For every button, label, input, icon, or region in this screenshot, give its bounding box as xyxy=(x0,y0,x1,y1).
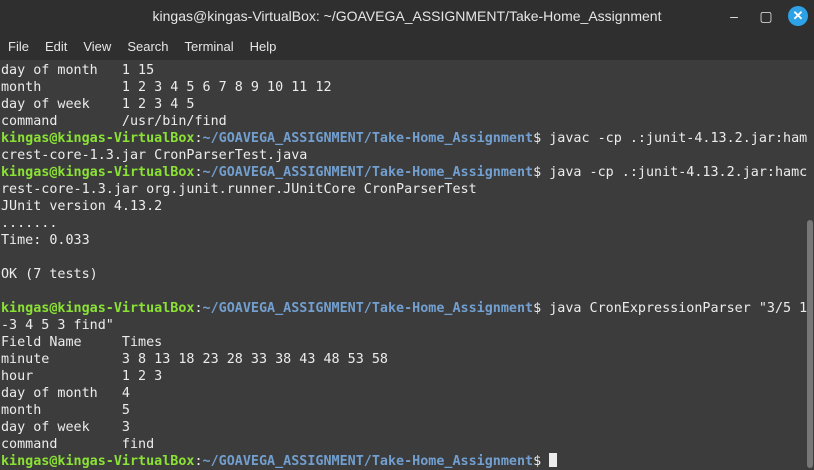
terminal-lines: day of month 1 15 month 1 2 3 4 5 6 7 8 9… xyxy=(1,62,808,470)
menu-view[interactable]: View xyxy=(75,39,119,54)
terminal-output[interactable]: day of month 1 15 month 1 2 3 4 5 6 7 8 9… xyxy=(0,60,814,470)
prompt-line: kingas@kingas-VirtualBox:~/GOAVEGA_ASSIG… xyxy=(1,453,804,470)
minimize-icon[interactable]: – xyxy=(724,6,744,26)
output-line: rest-core-1.3.jar org.junit.runner.JUnit… xyxy=(1,182,477,197)
text-cursor xyxy=(549,453,558,467)
menu-bar: File Edit View Search Terminal Help xyxy=(0,33,814,60)
menu-help[interactable]: Help xyxy=(242,39,285,54)
output-line: Time: 0.033 xyxy=(1,233,90,248)
prompt-line: kingas@kingas-VirtualBox:~/GOAVEGA_ASSIG… xyxy=(1,130,808,147)
output-line: minute 3 8 13 18 23 28 33 38 43 48 53 58 xyxy=(1,352,388,367)
menu-edit[interactable]: Edit xyxy=(37,39,75,54)
menu-search[interactable]: Search xyxy=(119,39,176,54)
prompt-dollar: $ xyxy=(533,301,542,316)
command-text xyxy=(541,454,549,469)
output-line: -3 4 5 3 find" xyxy=(1,318,114,333)
menu-terminal[interactable]: Terminal xyxy=(177,39,242,54)
output-line: crest-core-1.3.jar CronParserTest.java xyxy=(1,148,308,163)
output-line: JUnit version 4.13.2 xyxy=(1,199,163,214)
output-line: day of month 1 15 xyxy=(1,63,155,78)
prompt-dollar: $ xyxy=(533,131,542,146)
scrollbar[interactable] xyxy=(807,220,813,468)
output-line: Field Name Times xyxy=(1,335,163,350)
output-line: month 1 2 3 4 5 6 7 8 9 10 11 12 xyxy=(1,80,332,95)
maximize-icon[interactable]: ▢ xyxy=(756,6,776,26)
output-line: ....... xyxy=(1,216,58,231)
prompt-line: kingas@kingas-VirtualBox:~/GOAVEGA_ASSIG… xyxy=(1,164,808,181)
prompt-user: kingas@kingas-VirtualBox xyxy=(1,165,195,180)
prompt-dollar: $ xyxy=(533,454,542,469)
close-icon[interactable]: ✕ xyxy=(788,6,808,26)
output-line: command find xyxy=(1,437,155,452)
terminal-window: kingas@kingas-VirtualBox: ~/GOAVEGA_ASSI… xyxy=(0,0,814,470)
prompt-path: ~/GOAVEGA_ASSIGNMENT/Take-Home_Assignmen… xyxy=(202,454,534,469)
prompt-dollar: $ xyxy=(533,165,542,180)
window-title: kingas@kingas-VirtualBox: ~/GOAVEGA_ASSI… xyxy=(152,8,662,24)
prompt-colon: : xyxy=(194,454,203,469)
command-text: java -cp .:junit-4.13.2.jar:hamc xyxy=(541,165,808,180)
output-line: day of week 3 xyxy=(1,420,130,435)
prompt-user: kingas@kingas-VirtualBox xyxy=(1,131,195,146)
command-text: java CronExpressionParser "3/5 1 xyxy=(541,301,808,316)
prompt-path: ~/GOAVEGA_ASSIGNMENT/Take-Home_Assignmen… xyxy=(202,131,534,146)
prompt-path: ~/GOAVEGA_ASSIGNMENT/Take-Home_Assignmen… xyxy=(202,301,534,316)
prompt-user: kingas@kingas-VirtualBox xyxy=(1,454,195,469)
output-line: OK (7 tests) xyxy=(1,267,98,282)
prompt-line: kingas@kingas-VirtualBox:~/GOAVEGA_ASSIG… xyxy=(1,300,808,317)
output-line: day of month 4 xyxy=(1,386,130,401)
window-controls: – ▢ ✕ xyxy=(724,6,808,26)
prompt-colon: : xyxy=(194,301,203,316)
menu-file[interactable]: File xyxy=(0,39,37,54)
output-line: month 5 xyxy=(1,403,130,418)
output-line: hour 1 2 3 xyxy=(1,369,163,384)
output-line: command /usr/bin/find xyxy=(1,114,227,129)
output-line: day of week 1 2 3 4 5 xyxy=(1,97,195,112)
command-text: javac -cp .:junit-4.13.2.jar:ham xyxy=(541,131,808,146)
title-bar[interactable]: kingas@kingas-VirtualBox: ~/GOAVEGA_ASSI… xyxy=(0,0,814,33)
prompt-colon: : xyxy=(194,165,203,180)
prompt-user: kingas@kingas-VirtualBox xyxy=(1,301,195,316)
prompt-colon: : xyxy=(194,131,203,146)
prompt-path: ~/GOAVEGA_ASSIGNMENT/Take-Home_Assignmen… xyxy=(202,165,534,180)
